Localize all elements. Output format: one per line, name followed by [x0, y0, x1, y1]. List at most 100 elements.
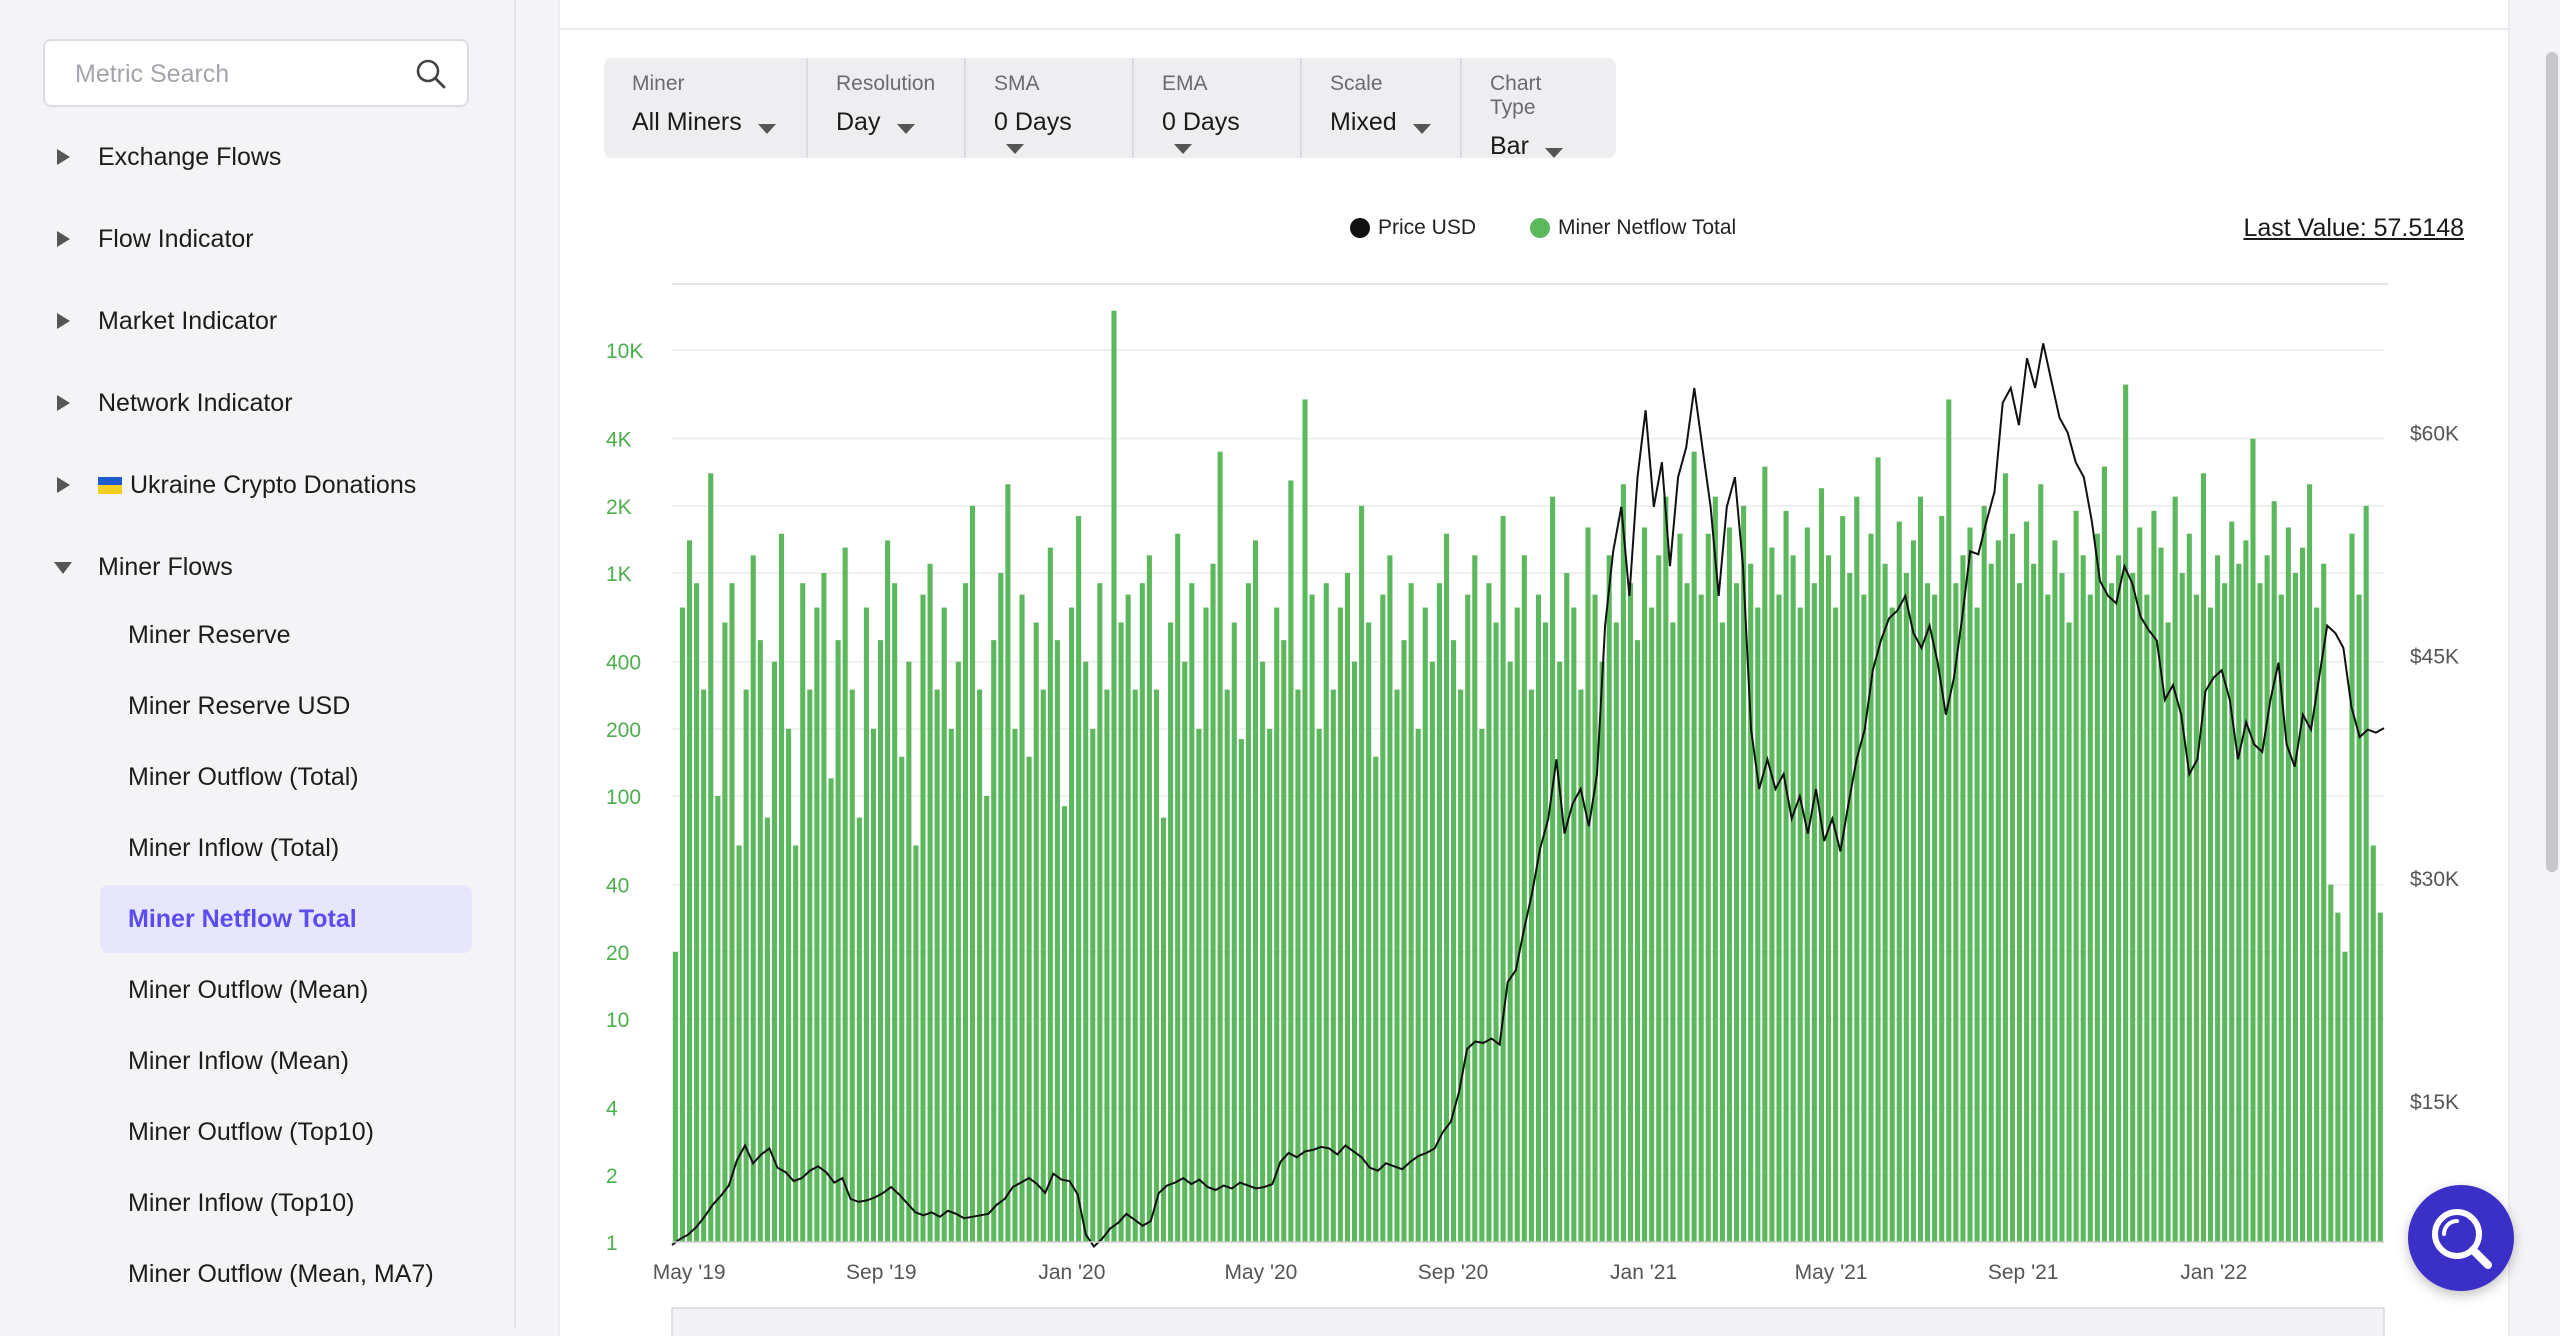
sidebar-group-label: Network Indicator	[98, 388, 293, 417]
netflow-bar	[1691, 451, 1697, 1242]
sidebar-item-miner-inflow-mean[interactable]: Miner Inflow (Mean)	[100, 1027, 472, 1095]
sidebar-group-ukraine-crypto-donations[interactable]: Ukraine Crypto Donations	[52, 460, 416, 510]
netflow-bar	[1238, 739, 1244, 1242]
x-tick-label: Sep '21	[1988, 1261, 2059, 1284]
sidebar-item-miner-inflow-top10[interactable]: Miner Inflow (Top10)	[100, 1169, 472, 1237]
sidebar-item-miner-inflow-total[interactable]: Miner Inflow (Total)	[100, 814, 472, 882]
y-left-tick-label: 40	[606, 875, 629, 898]
netflow-bar	[1719, 622, 1725, 1242]
netflow-bar	[1946, 399, 1952, 1242]
netflow-bar	[694, 583, 700, 1242]
y-right-tick-label: $30K	[2410, 868, 2459, 891]
y-left-tick-label: 4K	[606, 429, 632, 452]
netflow-bar	[1224, 689, 1230, 1242]
netflow-bar	[1762, 466, 1768, 1243]
netflow-bar	[1267, 728, 1273, 1242]
netflow-bar	[1599, 661, 1605, 1242]
netflow-bar	[672, 951, 678, 1242]
netflow-bar	[764, 817, 770, 1242]
netflow-bar	[2038, 484, 2044, 1242]
netflow-bar	[2066, 622, 2072, 1242]
caret-right-icon	[52, 310, 74, 332]
netflow-bar	[1210, 563, 1216, 1242]
y-left-tick-label: 10K	[606, 340, 643, 363]
sidebar-item-miner-reserve-usd[interactable]: Miner Reserve USD	[100, 672, 472, 740]
netflow-bar	[2179, 573, 2185, 1242]
netflow-bar	[1521, 555, 1527, 1242]
netflow-bar	[1054, 640, 1060, 1242]
netflow-bar	[1366, 622, 1372, 1242]
sidebar-group-flow-indicator[interactable]: Flow Indicator	[52, 214, 254, 264]
netflow-bar	[1818, 488, 1824, 1242]
netflow-bar	[892, 583, 898, 1242]
chart-panel: Miner All Miners Resolution Day SMA 0 Da…	[558, 0, 2510, 1336]
netflow-bar	[2108, 583, 2115, 1242]
sidebar-item-miner-outflow-mean[interactable]: Miner Outflow (Mean)	[100, 956, 472, 1024]
netflow-bar	[1429, 661, 1435, 1242]
netflow-bar	[2285, 527, 2291, 1242]
netflow-bar	[2186, 533, 2192, 1242]
netflow-bar	[927, 563, 933, 1242]
netflow-bar	[955, 661, 961, 1242]
sidebar-item-miner-reserve[interactable]: Miner Reserve	[100, 601, 472, 669]
netflow-bar	[934, 689, 940, 1242]
netflow-bar	[1288, 480, 1294, 1242]
netflow-bar	[885, 540, 891, 1242]
netflow-bar	[2151, 510, 2157, 1242]
search-icon[interactable]	[415, 58, 447, 90]
sidebar-group-miner-flows[interactable]: Miner Flows	[52, 542, 233, 592]
search-fab-button[interactable]	[2408, 1185, 2514, 1291]
sidebar-group-market-indicator[interactable]: Market Indicator	[52, 296, 277, 346]
netflow-bar	[1415, 728, 1421, 1242]
netflow-bar	[1705, 533, 1711, 1242]
netflow-bar	[722, 622, 728, 1242]
netflow-bar	[2257, 583, 2263, 1242]
netflow-bar	[1925, 583, 1931, 1242]
netflow-bar	[977, 689, 983, 1242]
netflow-bar	[1910, 540, 1916, 1242]
netflow-bar	[2073, 510, 2079, 1242]
range-navigator	[671, 1307, 2385, 1336]
netflow-bar	[2363, 505, 2369, 1242]
netflow-bar	[729, 583, 735, 1242]
netflow-bar	[1889, 607, 1895, 1242]
netflow-bar	[2094, 533, 2100, 1242]
netflow-bar	[2165, 622, 2171, 1242]
netflow-bar	[1790, 555, 1796, 1242]
page-scrollbar-thumb[interactable]	[2546, 52, 2558, 872]
netflow-bar	[1160, 817, 1167, 1242]
netflow-bar	[969, 505, 976, 1242]
y-left-tick-label: 20	[606, 942, 629, 965]
netflow-bar	[2264, 555, 2270, 1242]
sidebar-item-miner-netflow-total[interactable]: Miner Netflow Total	[100, 885, 472, 953]
netflow-bar	[1033, 622, 1039, 1242]
netflow-bar	[1677, 533, 1683, 1242]
netflow-bar	[743, 689, 749, 1242]
netflow-bar	[2130, 573, 2136, 1242]
chart-plot[interactable]: 1 2 4 10 20 40 100 200 400 1K 2K 4K 10K $15K $30K $45K $…	[560, 0, 2508, 1336]
netflow-bar	[736, 845, 742, 1242]
netflow-bar	[1182, 661, 1188, 1242]
sidebar-group-label: Miner Flows	[98, 552, 233, 581]
metric-search-input[interactable]	[73, 41, 417, 107]
sidebar-group-network-indicator[interactable]: Network Indicator	[52, 378, 293, 428]
sidebar-item-miner-outflow-total[interactable]: Miner Outflow (Total)	[100, 743, 472, 811]
netflow-bar	[2328, 884, 2334, 1242]
netflow-bar	[1507, 661, 1513, 1242]
netflow-bar	[2292, 573, 2298, 1242]
caret-right-icon	[52, 474, 74, 496]
netflow-bar	[1040, 689, 1046, 1242]
y-left-tick-label: 2	[606, 1165, 618, 1188]
netflow-bar	[1769, 547, 1775, 1242]
metric-search-box[interactable]	[43, 39, 469, 107]
sidebar-item-miner-outflow-mean-ma7[interactable]: Miner Outflow (Mean, MA7)	[100, 1240, 472, 1308]
netflow-bar	[856, 817, 862, 1242]
netflow-bar	[1019, 594, 1025, 1242]
sidebar-group-exchange-flows[interactable]: Exchange Flows	[52, 132, 281, 182]
sidebar-item-miner-outflow-top10[interactable]: Miner Outflow (Top10)	[100, 1098, 472, 1166]
netflow-bar	[2349, 533, 2355, 1242]
ukraine-flag-icon	[98, 476, 122, 494]
netflow-bar	[2172, 496, 2178, 1242]
y-left-tick-label: 100	[606, 786, 641, 809]
sidebar-group-label: Market Indicator	[98, 306, 278, 335]
